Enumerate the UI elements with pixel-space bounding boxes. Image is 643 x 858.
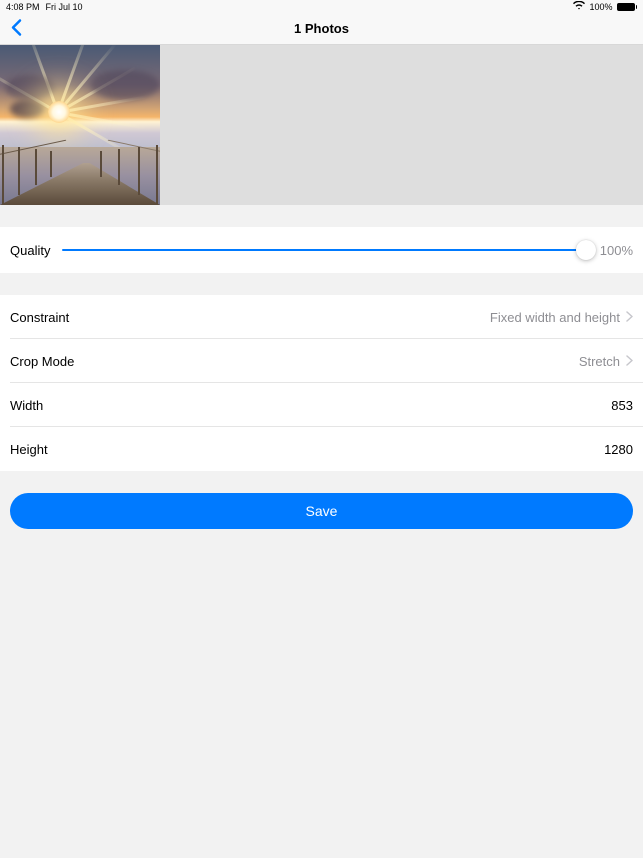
chevron-right-icon xyxy=(626,310,633,325)
width-value: 853 xyxy=(611,398,633,413)
status-time: 4:08 PM xyxy=(6,2,40,12)
battery-percentage: 100% xyxy=(589,2,612,12)
chevron-right-icon xyxy=(626,354,633,369)
crop-mode-label: Crop Mode xyxy=(10,354,74,369)
save-button[interactable]: Save xyxy=(10,493,633,529)
constraint-row[interactable]: Constraint Fixed width and height xyxy=(0,295,643,339)
nav-bar: 1 Photos xyxy=(0,13,643,45)
battery-icon xyxy=(617,3,638,11)
status-bar: 4:08 PM Fri Jul 10 100% xyxy=(0,0,643,13)
height-value: 1280 xyxy=(604,442,633,457)
photo-thumbnail[interactable] xyxy=(0,45,160,205)
back-button[interactable] xyxy=(10,18,23,39)
wifi-icon xyxy=(573,1,585,12)
page-title: 1 Photos xyxy=(294,21,349,36)
quality-value: 100% xyxy=(600,243,633,258)
height-row[interactable]: Height 1280 xyxy=(0,427,643,471)
constraint-value: Fixed width and height xyxy=(490,310,620,325)
crop-mode-value: Stretch xyxy=(579,354,620,369)
chevron-left-icon xyxy=(10,18,23,36)
constraint-label: Constraint xyxy=(10,310,69,325)
height-label: Height xyxy=(10,442,48,457)
quality-slider[interactable] xyxy=(62,240,585,260)
quality-row: Quality 100% xyxy=(0,227,643,273)
width-row[interactable]: Width 853 xyxy=(0,383,643,427)
quality-label: Quality xyxy=(10,243,50,258)
slider-thumb[interactable] xyxy=(576,240,596,260)
width-label: Width xyxy=(10,398,43,413)
crop-mode-row[interactable]: Crop Mode Stretch xyxy=(0,339,643,383)
settings-list: Constraint Fixed width and height Crop M… xyxy=(0,295,643,471)
thumbnail-strip xyxy=(0,45,643,205)
status-date: Fri Jul 10 xyxy=(46,2,83,12)
